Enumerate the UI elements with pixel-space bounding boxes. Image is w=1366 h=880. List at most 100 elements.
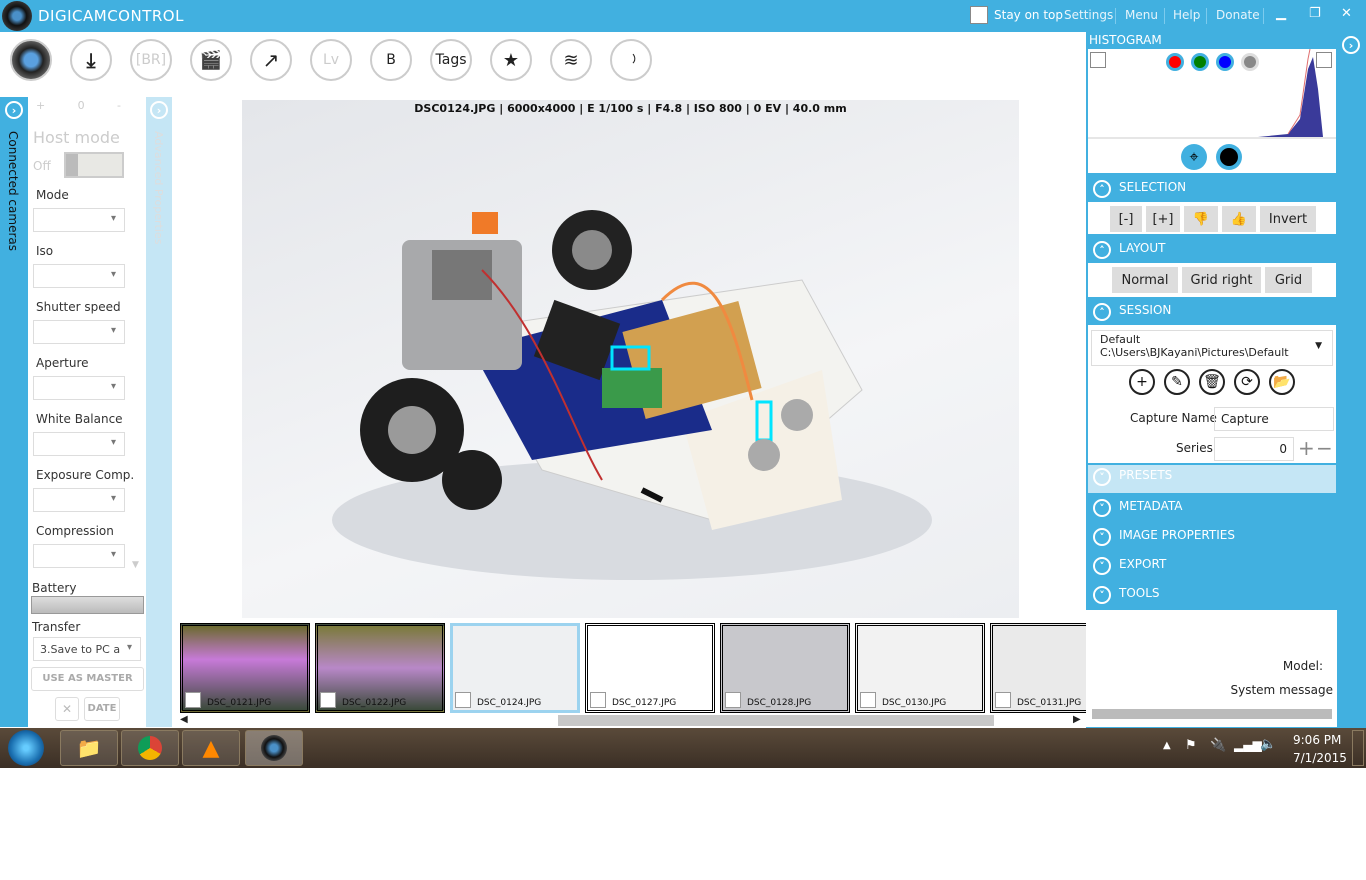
chevron-up-icon[interactable]: ˄ — [1093, 241, 1111, 259]
thumbnail-checkbox[interactable] — [320, 692, 336, 708]
thumbnail-checkbox[interactable] — [185, 692, 201, 708]
thumbnail-checkbox[interactable] — [725, 692, 741, 708]
series-plus-icon[interactable]: + — [1298, 436, 1315, 460]
wifi-button[interactable]: ◝ — [610, 39, 652, 81]
taskbar-explorer[interactable]: 📁 — [60, 730, 118, 766]
histogram-channel-toggle[interactable] — [1191, 53, 1209, 71]
thumbnail-scrollbar[interactable] — [558, 715, 994, 726]
chevron-up-icon[interactable]: ˄ — [1093, 180, 1111, 198]
donate-menu[interactable]: Donate — [1216, 8, 1260, 22]
use-as-master-button[interactable]: USE AS MASTER — [31, 667, 144, 691]
presets-section-header[interactable]: ˅ PRESETS — [1088, 465, 1336, 493]
chevron-down-icon[interactable]: ˅ — [1093, 586, 1111, 604]
minimize-icon[interactable]: ▁ — [1276, 6, 1286, 21]
field-select[interactable] — [33, 488, 125, 512]
host-mode-toggle[interactable] — [64, 152, 124, 178]
favorite-button[interactable]: ★ — [490, 39, 532, 81]
field-select[interactable] — [33, 264, 125, 288]
delete-session-button[interactable]: 🗑 — [1199, 369, 1225, 395]
thumbnail[interactable]: DSC_0122.JPG — [315, 623, 445, 713]
session-section-header[interactable]: ˄ SESSION — [1088, 300, 1336, 322]
show-desktop-button[interactable] — [1352, 730, 1364, 766]
session-select[interactable]: Default C:\Users\BJKayani\Pictures\Defau… — [1091, 330, 1333, 366]
advanced-properties-strip[interactable]: › Advanced Properties — [146, 97, 172, 727]
scroll-right-icon[interactable]: ▶ — [1073, 714, 1081, 725]
stay-on-top-checkbox[interactable] — [970, 6, 988, 24]
field-select[interactable] — [33, 376, 125, 400]
camera-button[interactable] — [10, 39, 52, 81]
taskbar-digicamcontrol[interactable] — [245, 730, 303, 766]
download-button[interactable]: ⤓ — [70, 39, 112, 81]
tools-section-header[interactable]: ˅ TOOLS — [1088, 583, 1336, 605]
settings-menu[interactable]: Settings — [1064, 8, 1113, 22]
focus-target-icon[interactable]: ⌖ — [1181, 144, 1207, 170]
chevron-right-icon[interactable]: › — [1342, 36, 1360, 54]
app-logo[interactable] — [2, 1, 32, 31]
scroll-left-icon[interactable]: ◀ — [180, 714, 188, 725]
show-hidden-icons[interactable]: ▲ — [1163, 740, 1171, 751]
invert-button[interactable]: Invert — [1260, 206, 1316, 232]
series-minus-icon[interactable]: − — [1316, 436, 1333, 460]
histogram-channel-toggle[interactable] — [1166, 53, 1184, 71]
add-session-button[interactable]: + — [1129, 369, 1155, 395]
volume-icon[interactable]: 🔈 — [1260, 737, 1276, 752]
scroll-down-icon[interactable]: ▼ — [132, 560, 139, 570]
layers-button[interactable]: ≋ — [550, 39, 592, 81]
restore-icon[interactable]: ❐ — [1309, 6, 1321, 21]
series-input[interactable]: 0 — [1214, 437, 1294, 461]
date-button[interactable]: DATE — [84, 697, 120, 721]
bulb-button[interactable]: B — [370, 39, 412, 81]
layout-normal-button[interactable]: Normal — [1112, 267, 1178, 293]
main-image[interactable] — [242, 100, 1019, 618]
refresh-session-button[interactable]: ⟳ — [1234, 369, 1260, 395]
selection-section-header[interactable]: ˄ SELECTION — [1088, 177, 1336, 199]
chevron-right-icon[interactable]: › — [5, 101, 23, 119]
select-all-button[interactable]: [+] — [1146, 206, 1180, 232]
exposure-slider[interactable]: +0 - — [36, 99, 121, 112]
thumbs-down-button[interactable]: 👎 — [1184, 206, 1218, 232]
histogram-channel-toggle[interactable] — [1241, 53, 1259, 71]
edit-session-button[interactable]: ✎ — [1164, 369, 1190, 395]
transfer-select[interactable]: 3.Save to PC a — [33, 637, 141, 661]
open-external-button[interactable]: ↗ — [250, 39, 292, 81]
help-menu[interactable]: Help — [1173, 8, 1200, 22]
liveview-button[interactable]: Lv — [310, 39, 352, 81]
capture-name-input[interactable]: Capture — [1214, 407, 1334, 431]
power-icon[interactable]: 🔌 — [1210, 738, 1226, 753]
bracketing-button[interactable]: [BR] — [130, 39, 172, 81]
thumbnail[interactable]: DSC_0121.JPG — [180, 623, 310, 713]
image-properties-section-header[interactable]: ˅ IMAGE PROPERTIES — [1088, 525, 1336, 547]
clock-date[interactable]: 7/1/2015 — [1293, 751, 1347, 765]
thumbnail[interactable]: DSC_0124.JPG — [450, 623, 580, 713]
tags-button[interactable]: Tags — [430, 39, 472, 81]
close-icon[interactable]: ✕ — [1341, 6, 1352, 21]
movie-button[interactable]: 🎬 — [190, 39, 232, 81]
field-select[interactable] — [33, 544, 125, 568]
field-select[interactable] — [33, 208, 125, 232]
metadata-section-header[interactable]: ˅ METADATA — [1088, 496, 1336, 518]
shadow-clip-checkbox[interactable] — [1090, 52, 1106, 68]
open-folder-button[interactable]: 📂 — [1269, 369, 1295, 395]
thumbnail-checkbox[interactable] — [590, 692, 606, 708]
thumbnail[interactable]: DSC_0127.JPG — [585, 623, 715, 713]
start-button[interactable] — [8, 730, 44, 766]
layout-grid-right-button[interactable]: Grid right — [1182, 267, 1261, 293]
taskbar-vlc[interactable]: ▲ — [182, 730, 240, 766]
chevron-right-icon[interactable]: › — [150, 101, 168, 119]
menu-menu[interactable]: Menu — [1125, 8, 1158, 22]
thumbnail-checkbox[interactable] — [995, 692, 1011, 708]
highlight-clip-checkbox[interactable] — [1316, 52, 1332, 68]
thumbnail-checkbox[interactable] — [860, 692, 876, 708]
field-select[interactable] — [33, 432, 125, 456]
layout-section-header[interactable]: ˄ LAYOUT — [1088, 238, 1336, 260]
export-section-header[interactable]: ˅ EXPORT — [1088, 554, 1336, 576]
thumbs-up-button[interactable]: 👍 — [1222, 206, 1256, 232]
chevron-down-icon[interactable]: ˅ — [1093, 468, 1111, 486]
chevron-down-icon[interactable]: ˅ — [1093, 499, 1111, 517]
clock-time[interactable]: 9:06 PM — [1293, 733, 1341, 747]
thumbnail[interactable]: DSC_0128.JPG — [720, 623, 850, 713]
network-icon[interactable]: ▂▄▆ — [1234, 738, 1262, 752]
capture-icon[interactable] — [1216, 144, 1242, 170]
connected-cameras-strip[interactable]: › Connected cameras — [0, 97, 28, 727]
layout-grid-button[interactable]: Grid — [1265, 267, 1312, 293]
